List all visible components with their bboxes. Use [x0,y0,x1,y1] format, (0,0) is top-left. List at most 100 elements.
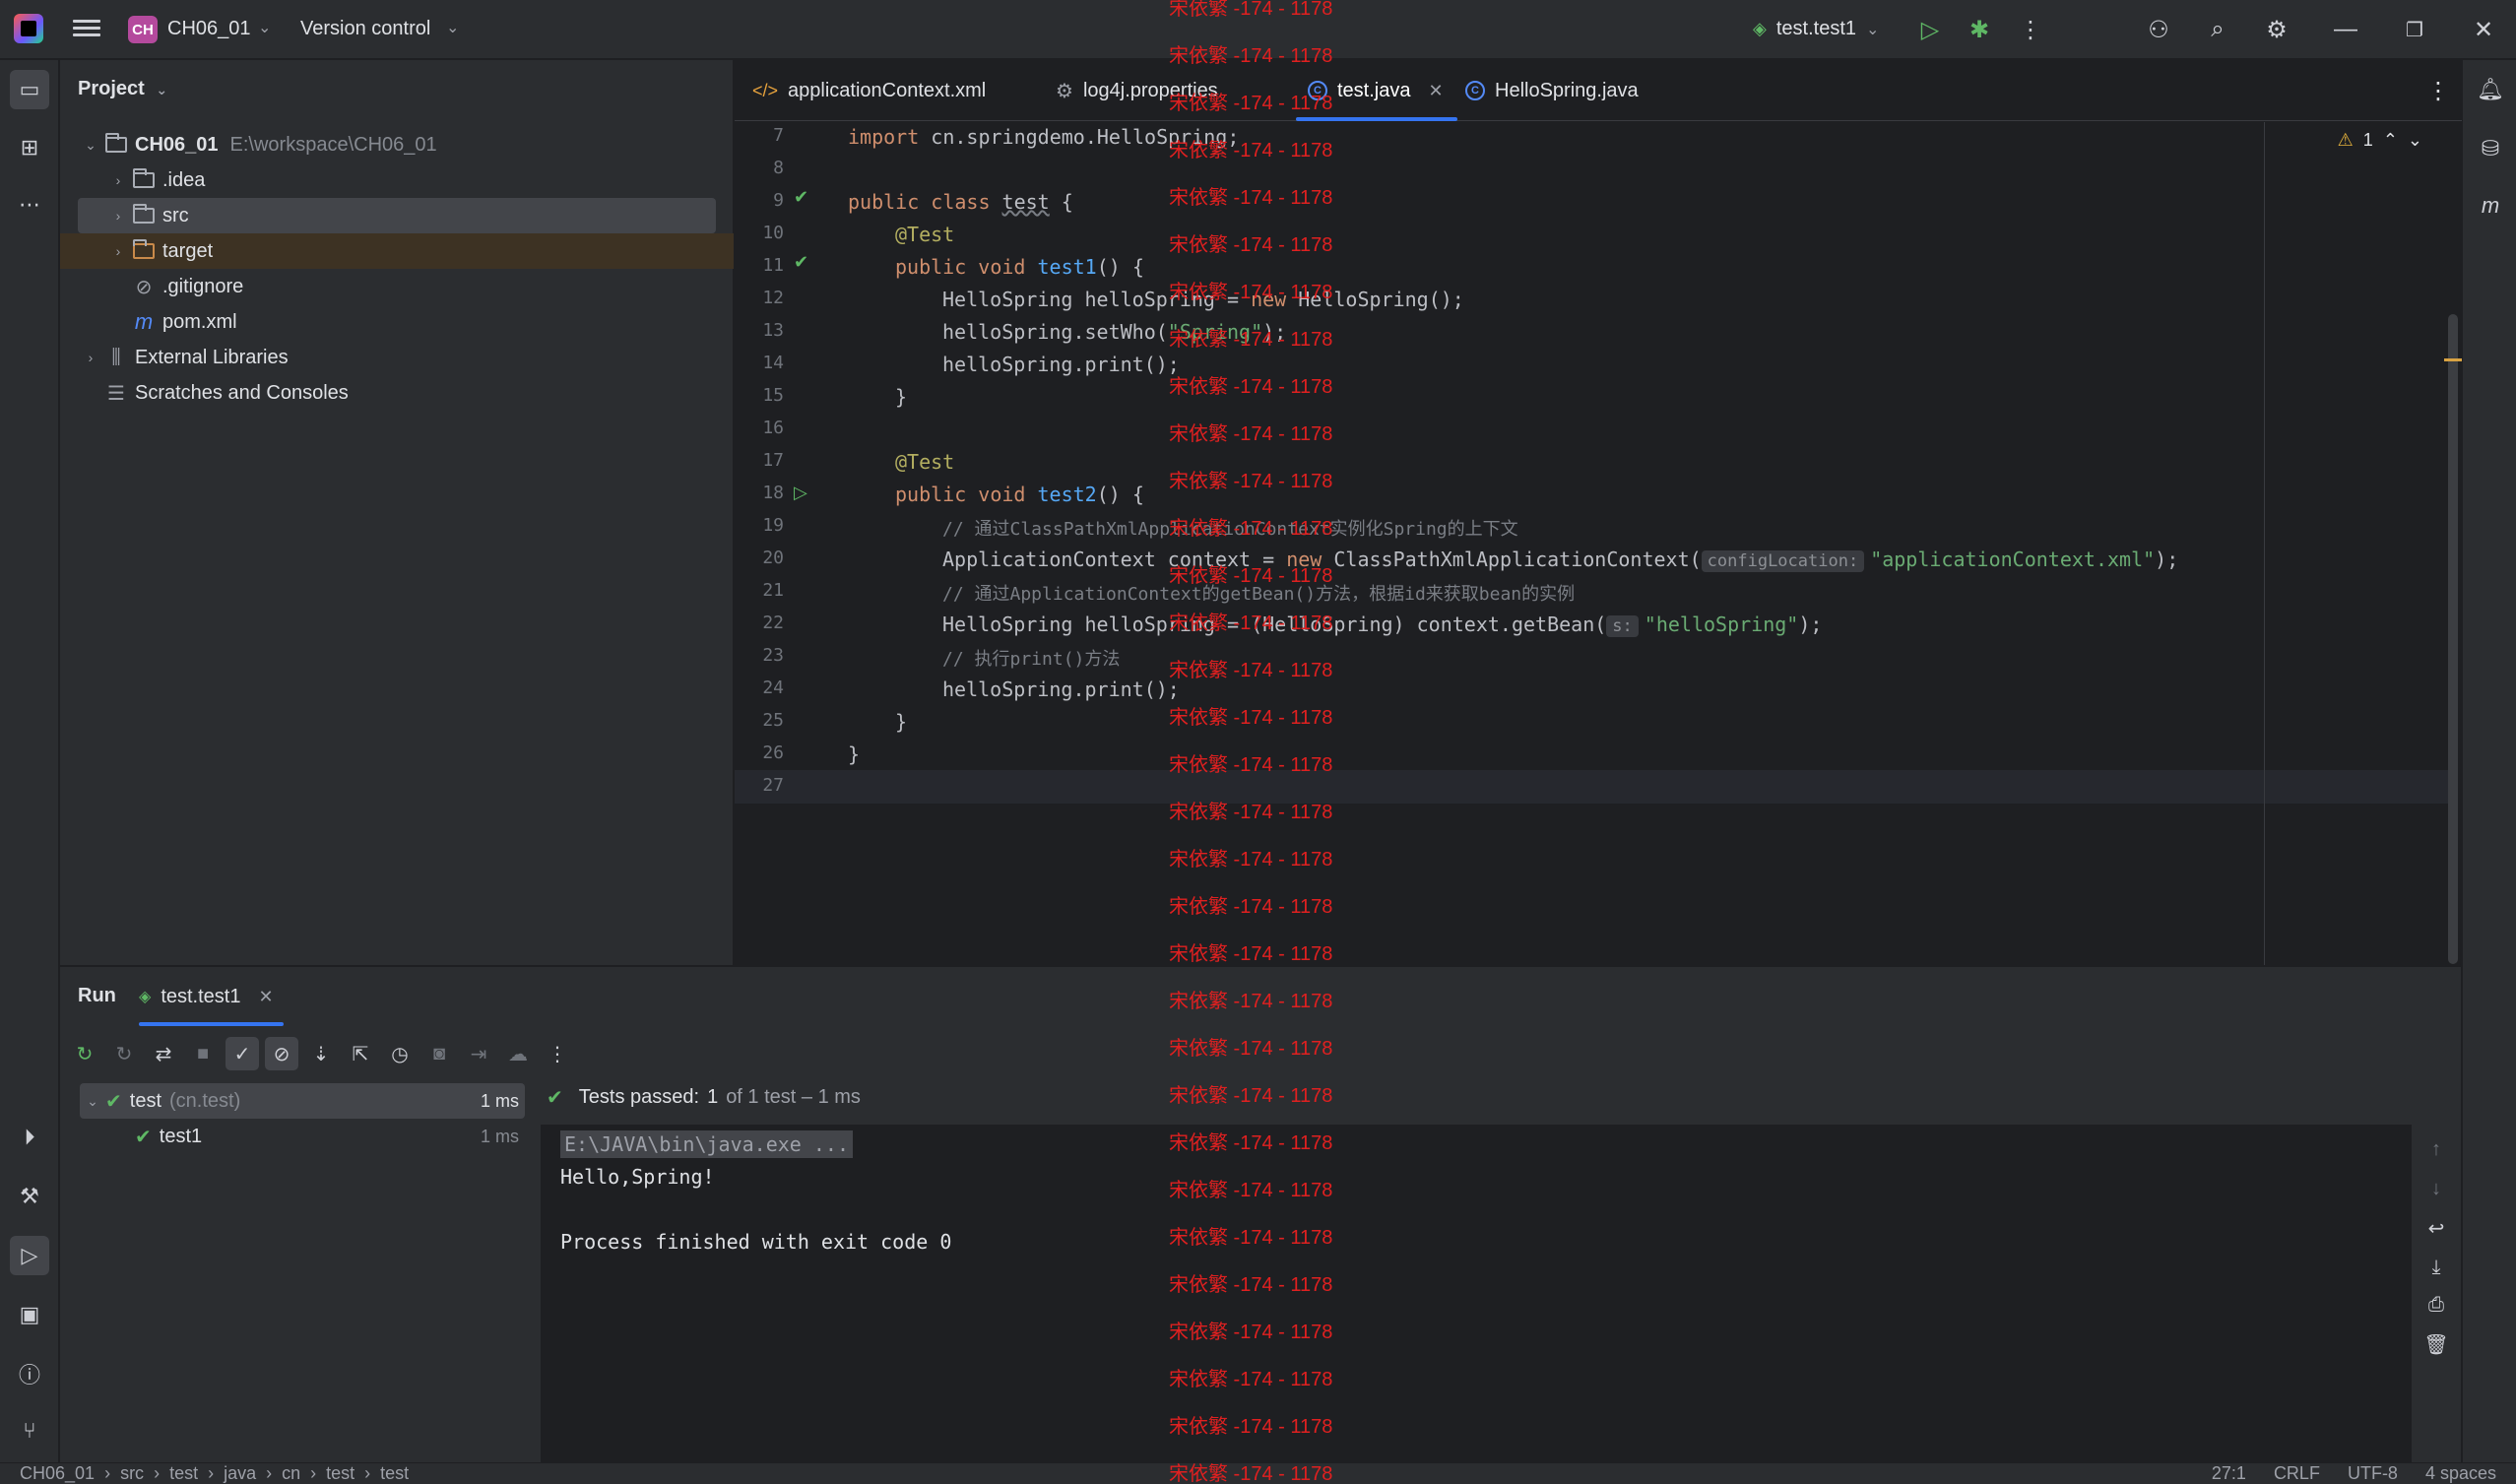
show-ignored-icon[interactable]: ⊘ [265,1037,298,1070]
more-options-icon[interactable]: ⋮ [541,1037,574,1070]
export-results-icon[interactable]: ⇥ [462,1037,495,1070]
chevron-down-icon[interactable]: ⌄ [258,18,271,37]
tab-log4j-properties[interactable]: ⚙ log4j.properties [1056,60,1218,121]
camera-snapshot-icon[interactable]: ◙ [422,1037,456,1070]
services-tool-icon[interactable]: ⏵ [10,1118,49,1157]
project-badge[interactable]: CH [128,16,158,43]
test-history-icon[interactable]: ◷ [383,1037,417,1070]
soft-wrap-icon[interactable]: ↩ [2421,1213,2451,1243]
tree-item-scratches[interactable]: ☰ Scratches and Consoles [103,375,724,411]
chevron-down-icon[interactable]: ⌄ [80,1093,105,1110]
structure-tool-icon[interactable]: ⊞ [10,128,49,167]
left-tool-strip: ▭ ⊞ ⋯ ⏵ ⚒ ▷ ▣ ⓘ ⑂ [0,60,59,1462]
git-tool-icon[interactable]: ⑂ [10,1411,49,1451]
test-suite-row[interactable]: ⌄ ✔ test (cn.test) 1 ms [80,1083,525,1119]
indent-setting[interactable]: 4 spaces [2425,1463,2496,1484]
chevron-right-icon[interactable]: › [78,350,103,365]
tree-item-target[interactable]: › target [60,233,734,269]
breadcrumb-item[interactable]: test [169,1463,198,1484]
console-output[interactable]: E:\JAVA\bin\java.exe ... Hello,Spring! P… [541,1125,2412,1463]
code-token: public void [895,255,1038,279]
tree-item-label: CH06_01 [135,133,219,156]
project-tool-icon[interactable]: ▭ [10,70,49,109]
clear-trash-icon[interactable]: 🗑︎ [2421,1329,2451,1359]
rerun-failed-icon[interactable]: ↻ [107,1037,141,1070]
tree-item-external-libraries[interactable]: › ⫼ External Libraries [78,340,728,375]
editor-scrollbar[interactable] [2448,314,2458,964]
stop-icon[interactable]: ■ [186,1037,220,1070]
test-case-row[interactable]: ✔ test1 1 ms [80,1119,525,1154]
tree-item-project-root[interactable]: ⌄ CH06_01 E:\workspace\CH06_01 [78,127,728,162]
chevron-up-icon[interactable]: ⌃ [2383,130,2398,151]
rerun-icon[interactable]: ↻ [68,1037,101,1070]
show-passed-icon[interactable]: ✓ [226,1037,259,1070]
test-passed-run-icon[interactable]: ✔ [794,187,815,209]
collapse-all-icon[interactable]: ⇱ [344,1037,377,1070]
file-encoding[interactable]: UTF-8 [2348,1463,2398,1484]
close-tab-icon[interactable]: ✕ [1428,81,1443,101]
scrollbar-warning-marker[interactable] [2444,358,2462,361]
breadcrumb-item[interactable]: cn [282,1463,300,1484]
caret-position[interactable]: 27:1 [2212,1463,2246,1484]
settings-gear-icon[interactable]: ⚙ [2261,14,2292,45]
breadcrumb-item[interactable]: CH06_01 [20,1463,95,1484]
version-control-menu[interactable]: Version control [300,18,430,40]
tab-options-icon[interactable]: ⋮ [2426,60,2450,121]
code-line-20: ApplicationContext context = new ClassPa… [942,548,2178,572]
maven-icon[interactable]: m [2471,186,2510,226]
tree-item-src[interactable]: › src [78,198,716,233]
notifications-icon[interactable]: 🔔︎ [2471,70,2510,109]
run-icon[interactable]: ▷ [1914,14,1946,45]
tree-item-idea[interactable]: › .idea [105,162,728,198]
chevron-right-icon[interactable]: › [105,172,131,188]
minimize-icon[interactable]: — [2330,14,2361,45]
test-passed-run-icon[interactable]: ✔ [794,252,815,274]
breadcrumb-item[interactable]: java [224,1463,256,1484]
tab-hellospring-java[interactable]: C HelloSpring.java [1465,60,1639,121]
build-tool-icon[interactable]: ⚒ [10,1177,49,1216]
breadcrumb-item[interactable]: test [326,1463,355,1484]
chevron-right-icon[interactable]: › [105,208,131,224]
toggle-auto-test-icon[interactable]: ⇄ [147,1037,180,1070]
restore-window-icon[interactable]: ❐ [2399,14,2430,45]
search-icon[interactable]: ⌕ [2202,14,2233,45]
close-window-icon[interactable]: ✕ [2468,14,2499,45]
tab-applicationcontext-xml[interactable]: </> applicationContext.xml [752,60,986,121]
tree-item-pom[interactable]: m pom.xml [131,304,722,340]
console-command[interactable]: E:\JAVA\bin\java.exe ... [560,1130,853,1158]
more-tools-icon[interactable]: ⋯ [10,185,49,225]
project-selector[interactable]: CH06_01 [167,18,251,40]
close-tab-icon[interactable]: ✕ [258,987,273,1007]
database-icon[interactable]: ⛁ [2471,129,2510,168]
inspection-widget[interactable]: ⚠ 1 ⌃ ⌄ [2338,130,2422,151]
sort-alphabetically-icon[interactable]: ⇣ [304,1037,338,1070]
run-configuration-selector[interactable]: ◈ test.test1 ⌄ [1753,18,1879,40]
line-separator[interactable]: CRLF [2274,1463,2320,1484]
more-actions-icon[interactable]: ⋮ [2015,14,2046,45]
code-editor[interactable]: 7 8 9 10 11 12 13 14 15 16 17 18 19 20 21 22 23 24 25 26 27 … [735,122,2462,965]
breadcrumb-item[interactable]: src [120,1463,144,1484]
terminal-tool-icon[interactable]: ▣ [10,1295,49,1334]
chevron-down-icon[interactable]: ⌄ [446,18,459,37]
run-tab-test-test1[interactable]: ◈ test.test1 ✕ [139,967,284,1026]
intellij-logo-icon[interactable] [14,14,43,43]
chevron-right-icon[interactable]: › [105,243,131,259]
problems-tool-icon[interactable]: ⓘ [10,1354,49,1393]
breadcrumb-item[interactable]: test [380,1463,409,1484]
run-test-icon[interactable]: ▷ [794,483,815,504]
tab-test-java[interactable]: C test.java ✕ [1296,60,1457,121]
chevron-down-icon[interactable]: ⌄ [2408,130,2422,151]
arrow-up-icon[interactable]: ↑ [2421,1134,2451,1164]
debug-icon[interactable]: ✱ [1964,14,1995,45]
arrow-down-icon[interactable]: ↓ [2421,1174,2451,1203]
code-token: () { [1096,483,1144,506]
chevron-down-icon[interactable]: ⌄ [78,137,103,154]
tree-item-gitignore[interactable]: ⊘ .gitignore [131,269,722,304]
main-menu-icon[interactable] [73,16,100,43]
add-user-icon[interactable]: ⚇ [2143,14,2174,45]
project-panel-header[interactable]: Project ⌄ [78,78,167,100]
print-icon[interactable]: ⎙ [2421,1290,2451,1320]
run-tool-icon[interactable]: ▷ [10,1236,49,1275]
import-results-icon[interactable]: ☁ [501,1037,535,1070]
scroll-to-end-icon[interactable]: ⤓ [2421,1253,2451,1282]
